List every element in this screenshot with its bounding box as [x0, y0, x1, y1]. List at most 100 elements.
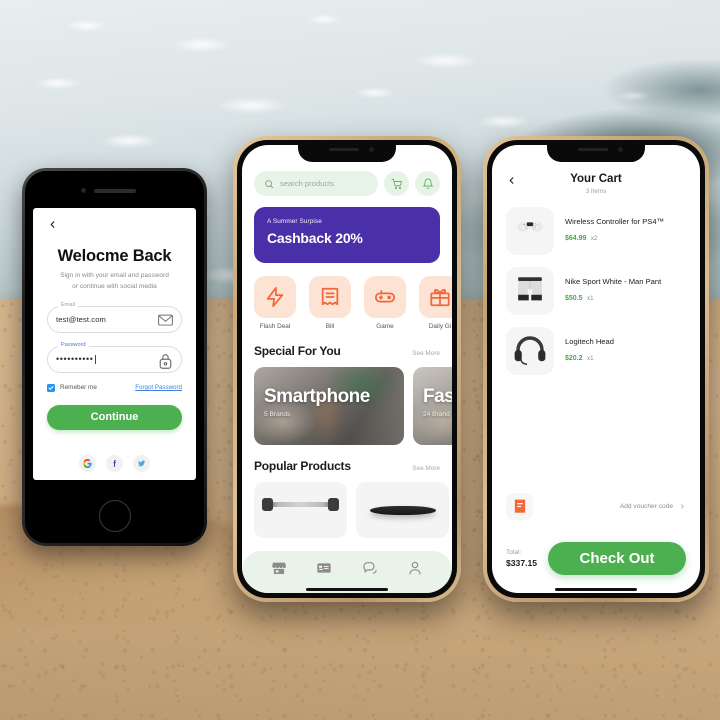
facebook-icon[interactable] — [106, 454, 123, 472]
back-chevron-icon[interactable] — [506, 175, 517, 188]
password-field[interactable]: Password •••••••••• — [47, 341, 182, 373]
cart-item-qty: x2 — [590, 234, 598, 242]
cart-footer: Add voucher code Total: $337.15 Check Ou… — [492, 493, 700, 593]
category-label: Flash Deal — [259, 323, 291, 330]
password-field-label: Password — [58, 341, 89, 348]
remember-row: Remeber me Forgot Password — [47, 383, 182, 392]
gamepad-icon — [364, 276, 406, 318]
cart-item-name: Logitech Head — [565, 337, 614, 347]
bell-icon[interactable] — [415, 171, 440, 196]
category-label: Game — [376, 323, 394, 330]
tab-profile[interactable] — [407, 560, 423, 576]
tab-card[interactable] — [316, 560, 332, 576]
sport-pants-photo — [506, 267, 554, 315]
category-bill[interactable]: Bill — [309, 276, 351, 330]
lock-icon — [158, 353, 173, 370]
device-notch — [547, 140, 645, 162]
envelope-icon — [158, 313, 173, 326]
page-title: Your Cart — [570, 173, 622, 185]
category-daily-gift[interactable]: Daily Gi — [419, 276, 452, 330]
cart-item-price: $64.99 — [565, 234, 587, 242]
search-icon — [265, 179, 274, 188]
cart-item[interactable]: Nike Sport White - Man Pant $50.5 x1 — [492, 255, 700, 315]
phone-right-cart: Your Cart 3 items Wireless Controller fo… — [483, 136, 709, 602]
subtitle-line-2: or continue with social media — [72, 282, 157, 290]
promo-banner[interactable]: A Summer Surpise Cashback 20% — [254, 207, 440, 263]
back-chevron-icon[interactable] — [47, 218, 61, 233]
special-card-smartphone[interactable]: Smartphone 5 Brands — [254, 367, 404, 445]
headset-photo — [506, 327, 554, 375]
cart-item-price: $20.2 — [565, 354, 583, 362]
card-title: Fas — [423, 386, 452, 407]
remember-me-checkbox[interactable]: Remeber me — [47, 383, 97, 392]
remember-me-label: Remeber me — [60, 384, 97, 392]
home-indicator[interactable] — [306, 587, 388, 591]
tab-store[interactable] — [271, 560, 287, 576]
google-icon[interactable] — [79, 454, 96, 472]
forgot-password-link[interactable]: Forgot Password — [135, 384, 182, 391]
banner-headline: Cashback 20% — [267, 230, 363, 246]
chat-bubbles-icon — [363, 562, 377, 574]
cart-header: Your Cart 3 items — [492, 173, 700, 195]
see-more-link[interactable]: See More — [412, 350, 440, 357]
password-field-value: •••••••••• — [56, 354, 94, 365]
store-icon — [271, 562, 286, 574]
total-label: Total: — [506, 549, 522, 556]
phone-mid-shop: search products A Summer Surpise Cashbac… — [233, 136, 461, 602]
checkout-button[interactable]: Check Out — [548, 542, 686, 575]
voucher-ticket-icon[interactable] — [506, 493, 533, 520]
card-icon — [317, 563, 331, 573]
lightning-bolt-icon — [254, 276, 296, 318]
tab-chat[interactable] — [362, 560, 378, 576]
game-controller-photo — [506, 207, 554, 255]
shopping-cart-icon[interactable] — [384, 171, 409, 196]
search-input[interactable]: search products — [254, 171, 378, 196]
category-game[interactable]: Game — [364, 276, 406, 330]
popular-section-header: Popular Products See More — [242, 445, 452, 473]
page-title: Welocme Back — [57, 247, 172, 265]
cart-screen: Your Cart 3 items Wireless Controller fo… — [492, 145, 700, 593]
device-notch — [298, 140, 396, 162]
add-voucher-link[interactable]: Add voucher code — [620, 503, 686, 510]
cart-item-name: Nike Sport White - Man Pant — [565, 277, 662, 287]
product-card[interactable] — [356, 482, 449, 538]
cart-item-qty: x1 — [586, 354, 594, 362]
cart-item[interactable]: Logitech Head $20.2 x1 — [492, 315, 700, 375]
person-icon — [409, 561, 421, 575]
cart-total: Total: $337.15 — [506, 549, 537, 568]
search-placeholder: search products — [280, 179, 335, 188]
category-label: Bill — [325, 323, 335, 330]
product-card[interactable] — [254, 482, 347, 538]
earpiece-speaker — [93, 189, 136, 193]
chevron-right-icon — [681, 504, 684, 509]
phone-left-login: Welocme Back Sign in with your email and… — [22, 168, 207, 546]
email-field[interactable]: Email test@test.com — [47, 301, 182, 333]
front-camera-icon — [369, 147, 374, 152]
twitter-icon[interactable] — [133, 454, 150, 472]
card-subtitle: 24 Brand — [423, 411, 450, 418]
special-section-header: Special For You See More — [242, 330, 452, 358]
voucher-label: Add voucher code — [619, 503, 673, 510]
category-row: Flash Deal Bill Game Daily Gi — [242, 263, 452, 330]
category-flash-deal[interactable]: Flash Deal — [254, 276, 296, 330]
home-button[interactable] — [98, 500, 131, 532]
email-field-value: test@test.com — [56, 314, 106, 324]
receipt-icon — [309, 276, 351, 318]
banner-eyebrow: A Summer Surpise — [267, 218, 322, 225]
voucher-row: Add voucher code — [506, 493, 686, 520]
home-indicator[interactable] — [555, 587, 637, 591]
shop-header: search products — [242, 171, 452, 196]
total-value: $337.15 — [506, 558, 538, 568]
cart-item-qty: x1 — [586, 294, 594, 302]
card-subtitle: 5 Brands — [264, 411, 291, 418]
card-title: Smartphone — [264, 386, 370, 407]
special-cards-row: Smartphone 5 Brands Fas 24 Brand — [242, 358, 452, 445]
cart-item[interactable]: Wireless Controller for PS4™ $64.99 x2 — [492, 195, 700, 255]
special-card-fashion[interactable]: Fas 24 Brand — [413, 367, 452, 445]
see-more-link[interactable]: See More — [412, 465, 440, 472]
gift-icon — [419, 276, 452, 318]
continue-button[interactable]: Continue — [47, 404, 182, 430]
shop-screen: search products A Summer Surpise Cashbac… — [242, 145, 452, 593]
checkbox-checked-icon — [47, 383, 55, 392]
subtitle-line-1: Sign in with your email and password — [60, 272, 169, 279]
